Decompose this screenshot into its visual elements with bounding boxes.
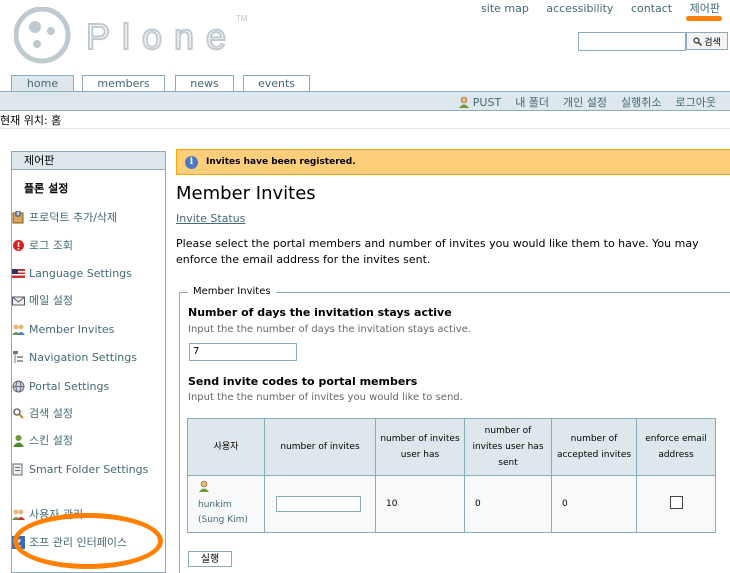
annotation-circle xyxy=(13,513,163,569)
portlet-item-mail-settings[interactable]: 메일 설정 xyxy=(12,292,152,309)
personal-undo[interactable]: 실행취소 xyxy=(621,94,661,110)
portlet-item-portal-settings[interactable]: Portal Settings xyxy=(12,378,152,395)
enforce-email-cell xyxy=(636,475,716,533)
user-icon xyxy=(198,480,263,498)
package-icon xyxy=(12,210,25,224)
invites-input-cell xyxy=(264,475,376,533)
tab-news[interactable]: news xyxy=(175,75,234,91)
invites-has-cell: 10 xyxy=(375,475,465,533)
table-header-row: 사용자 number of invites number of invites … xyxy=(187,418,716,476)
portlet-subheader: 플론 설정 xyxy=(24,182,69,195)
portlet-item-skin-settings[interactable]: 스킨 설정 xyxy=(12,432,152,449)
page-title: Member Invites xyxy=(176,183,316,204)
tab-home[interactable]: home xyxy=(11,75,74,91)
portlet-item-language-settings[interactable]: Language Settings xyxy=(12,265,152,282)
enforce-email-checkbox[interactable] xyxy=(669,496,683,509)
status-message-text: Invites have been registered. xyxy=(206,157,356,167)
flag-icon xyxy=(12,267,25,280)
site-action-control-panel[interactable]: 제어판 xyxy=(690,2,720,15)
users-icon xyxy=(12,323,25,336)
personal-user[interactable]: PUST xyxy=(458,94,501,110)
invites-sent-cell: 0 xyxy=(464,475,552,533)
portlet-item-search-settings[interactable]: 검색 설정 xyxy=(12,405,152,422)
logo-trademark: TM xyxy=(236,14,248,23)
personal-user-name: PUST xyxy=(472,95,502,109)
site-action-contact[interactable]: contact xyxy=(631,2,672,15)
header-enforce-email: enforce email address xyxy=(636,418,716,476)
tab-events[interactable]: events xyxy=(243,75,310,91)
site-actions: site map accessibility contact 제어판 xyxy=(467,0,720,16)
personal-logout[interactable]: 로그아웃 xyxy=(676,94,716,110)
magnifier-icon xyxy=(12,407,25,420)
mail-icon xyxy=(12,294,25,307)
sitemap-icon xyxy=(12,351,25,364)
header-user: 사용자 xyxy=(187,418,265,476)
personal-my-folder[interactable]: 내 폴더 xyxy=(515,94,549,110)
days-help: Input the the number of days the invitat… xyxy=(188,324,471,335)
portlet-item-navigation-settings[interactable]: Navigation Settings xyxy=(12,349,152,366)
table-row: hunkim (Sung Kim) 10 0 0 xyxy=(187,475,716,533)
user-id[interactable]: hunkim xyxy=(198,498,263,513)
user-cell: hunkim (Sung Kim) xyxy=(187,475,265,533)
search-button[interactable]: 검색 xyxy=(686,32,728,50)
error-icon xyxy=(12,239,25,252)
status-message: i Invites have been registered. xyxy=(176,149,730,175)
header-number-of-invites: number of invites xyxy=(264,418,376,476)
fieldset-legend: Member Invites xyxy=(188,286,276,297)
portlet-item-products[interactable]: 프로덕트 추가/삭제 xyxy=(12,209,152,226)
site-action-sitemap[interactable]: site map xyxy=(481,2,529,15)
header-invites-user-has: number of invites user has xyxy=(375,418,465,476)
group-icon xyxy=(12,508,25,521)
invites-count-input[interactable] xyxy=(276,496,361,512)
plone-logo[interactable]: Plone TM xyxy=(13,6,254,67)
personal-bar: PUST 내 폴더 개인 설정 실행취소 로그아웃 xyxy=(0,91,730,111)
personal-preferences[interactable]: 개인 설정 xyxy=(563,94,607,110)
header-accepted-invites: number of accepted invites xyxy=(551,418,637,476)
invite-status-link[interactable]: Invite Status xyxy=(176,212,245,225)
search-input[interactable] xyxy=(578,32,686,51)
header-invites-sent: number of invites user has sent xyxy=(464,418,552,476)
days-label: Number of days the invitation stays acti… xyxy=(188,306,452,319)
invites-help: Input the the number of invites you woul… xyxy=(188,392,463,403)
search-icon xyxy=(693,36,703,46)
submit-button[interactable]: 실행 xyxy=(188,551,232,567)
portlet-item-smart-folder-settings[interactable]: Smart Folder Settings xyxy=(12,461,152,478)
site-action-accessibility[interactable]: accessibility xyxy=(546,2,613,15)
smart-folder-icon xyxy=(12,463,25,476)
invites-label: Send invite codes to portal members xyxy=(188,375,418,388)
days-input[interactable]: 7 xyxy=(189,343,297,361)
globe-icon xyxy=(12,380,25,393)
portlet-item-error-log[interactable]: 로그 조회 xyxy=(12,237,152,254)
invites-table: 사용자 number of invites number of invites … xyxy=(187,418,716,533)
divider xyxy=(0,128,730,129)
search-button-label: 검색 xyxy=(704,37,721,48)
skin-icon xyxy=(12,434,25,447)
logo-wordmark: Plone xyxy=(86,16,238,57)
annotation-underline xyxy=(686,16,722,21)
breadcrumb: 현재 위치: 홈 xyxy=(0,114,62,127)
tab-members[interactable]: members xyxy=(82,75,165,91)
page-description: Please select the portal members and num… xyxy=(176,237,699,266)
portlet-title: 제어판 xyxy=(12,152,165,170)
user-fullname: (Sung Kim) xyxy=(198,515,248,525)
invites-accepted-cell: 0 xyxy=(551,475,637,533)
info-icon: i xyxy=(185,155,198,169)
user-icon xyxy=(458,96,469,108)
portlet-item-member-invites[interactable]: Member Invites xyxy=(12,321,152,338)
